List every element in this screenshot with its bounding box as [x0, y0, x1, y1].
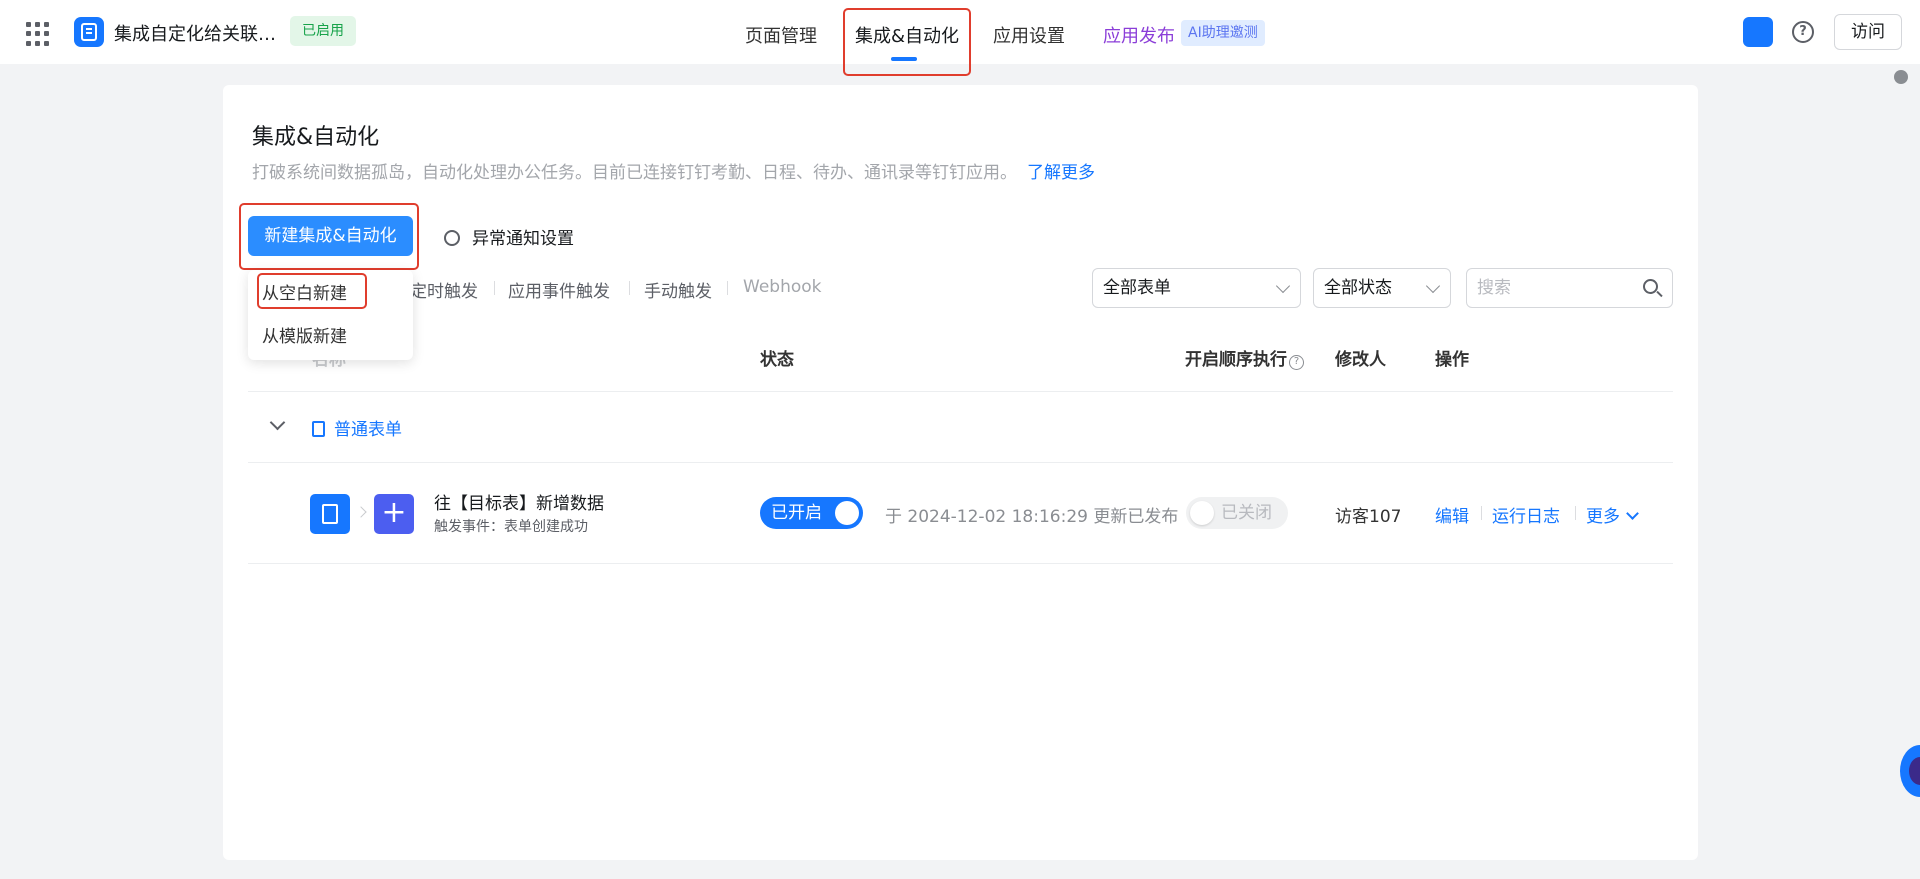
form-select[interactable]: 全部表单 — [1092, 268, 1301, 308]
filter-tab-manual[interactable]: 手动触发 — [644, 277, 712, 302]
op-divider — [1575, 506, 1576, 520]
editor-name: 访客107 — [1335, 507, 1402, 527]
highlight-box-nav — [843, 8, 971, 76]
question-icon[interactable]: ? — [1289, 355, 1304, 370]
ai-assistant-badge[interactable]: AI助理邀测 — [1181, 20, 1265, 46]
help-icon[interactable]: ? — [1792, 21, 1814, 43]
notify-settings-label: 异常通知设置 — [472, 229, 574, 249]
form-select-value: 全部表单 — [1103, 278, 1171, 298]
group-label-text: 普通表单 — [334, 420, 402, 440]
status-select[interactable]: 全部状态 — [1313, 268, 1451, 308]
search-icon[interactable] — [1643, 279, 1658, 294]
status-toggle-label: 已开启 — [771, 503, 822, 523]
filter-divider — [494, 281, 495, 295]
more-link-label: 更多 — [1586, 507, 1620, 527]
search-input[interactable] — [1477, 270, 1637, 306]
divider — [248, 563, 1673, 564]
search-box — [1466, 268, 1673, 308]
status-select-value: 全部状态 — [1324, 278, 1392, 298]
sequential-toggle[interactable]: 已关闭 — [1186, 497, 1288, 529]
chevron-down-icon — [1275, 278, 1291, 294]
scrollbar-handle[interactable] — [1894, 70, 1908, 84]
more-link[interactable]: 更多 — [1586, 502, 1639, 527]
tab-app-publish[interactable]: 应用发布 — [1103, 22, 1175, 48]
column-header-sequential: 开启顺序执行? — [1185, 345, 1304, 370]
sequential-toggle-label: 已关闭 — [1221, 503, 1272, 523]
form-doc-icon — [312, 421, 325, 437]
tab-app-settings[interactable]: 应用设置 — [993, 22, 1065, 48]
run-log-link[interactable]: 运行日志 — [1492, 502, 1560, 527]
column-header-ops: 操作 — [1435, 350, 1469, 370]
notify-settings-button[interactable]: 异常通知设置 — [444, 224, 574, 249]
menu-item-template[interactable]: 从模版新建 — [262, 322, 347, 347]
gear-icon — [444, 230, 460, 246]
column-header-status: 状态 — [760, 350, 794, 370]
group-label[interactable]: 普通表单 — [312, 415, 402, 440]
filter-divider — [629, 281, 630, 295]
status-toggle[interactable]: 已开启 — [760, 497, 863, 529]
learn-more-link[interactable]: 了解更多 — [1027, 163, 1095, 183]
app-logo-icon — [74, 17, 104, 47]
assistant-icon[interactable] — [1743, 17, 1773, 47]
page-description: 打破系统间数据孤岛，自动化处理办公任务。目前已连接钉钉考勤、日程、待办、通讯录等… — [252, 158, 1095, 183]
page-title: 集成&自动化 — [252, 125, 380, 150]
plus-icon: + — [374, 494, 414, 534]
divider — [248, 391, 1673, 392]
column-header-sequential-label: 开启顺序执行 — [1185, 350, 1287, 370]
main-card — [223, 85, 1698, 860]
op-divider — [1481, 506, 1482, 520]
page-description-text: 打破系统间数据孤岛，自动化处理办公任务。目前已连接钉钉考勤、日程、待办、通讯录等… — [252, 163, 1017, 183]
app-name[interactable]: 集成自定化给关联… — [114, 20, 276, 46]
chevron-down-icon — [1425, 278, 1441, 294]
publish-info: 于 2024-12-02 18:16:29 更新已发布 — [885, 507, 1179, 527]
filter-tab-app-event[interactable]: 应用事件触发 — [508, 277, 610, 302]
automation-title[interactable]: 往【目标表】新增数据 — [434, 489, 604, 514]
divider — [248, 462, 1673, 463]
highlight-box-blank — [257, 273, 367, 309]
highlight-box-new-button — [239, 203, 419, 270]
column-header-editor: 修改人 — [1335, 350, 1386, 370]
visit-button[interactable]: 访问 — [1834, 14, 1902, 50]
filter-divider — [727, 281, 728, 295]
filter-tab-webhook[interactable]: Webhook — [743, 277, 821, 297]
chevron-down-icon — [1626, 507, 1639, 520]
tab-page-management[interactable]: 页面管理 — [745, 22, 817, 48]
app-status-badge: 已启用 — [290, 16, 356, 46]
assistant-float-icon[interactable] — [1900, 745, 1920, 797]
form-doc-icon — [310, 494, 350, 534]
apps-grid-icon[interactable] — [26, 22, 50, 46]
filter-tab-scheduled[interactable]: 定时触发 — [410, 277, 478, 302]
edit-link[interactable]: 编辑 — [1435, 502, 1469, 527]
automation-trigger: 触发事件：表单创建成功 — [434, 519, 588, 535]
